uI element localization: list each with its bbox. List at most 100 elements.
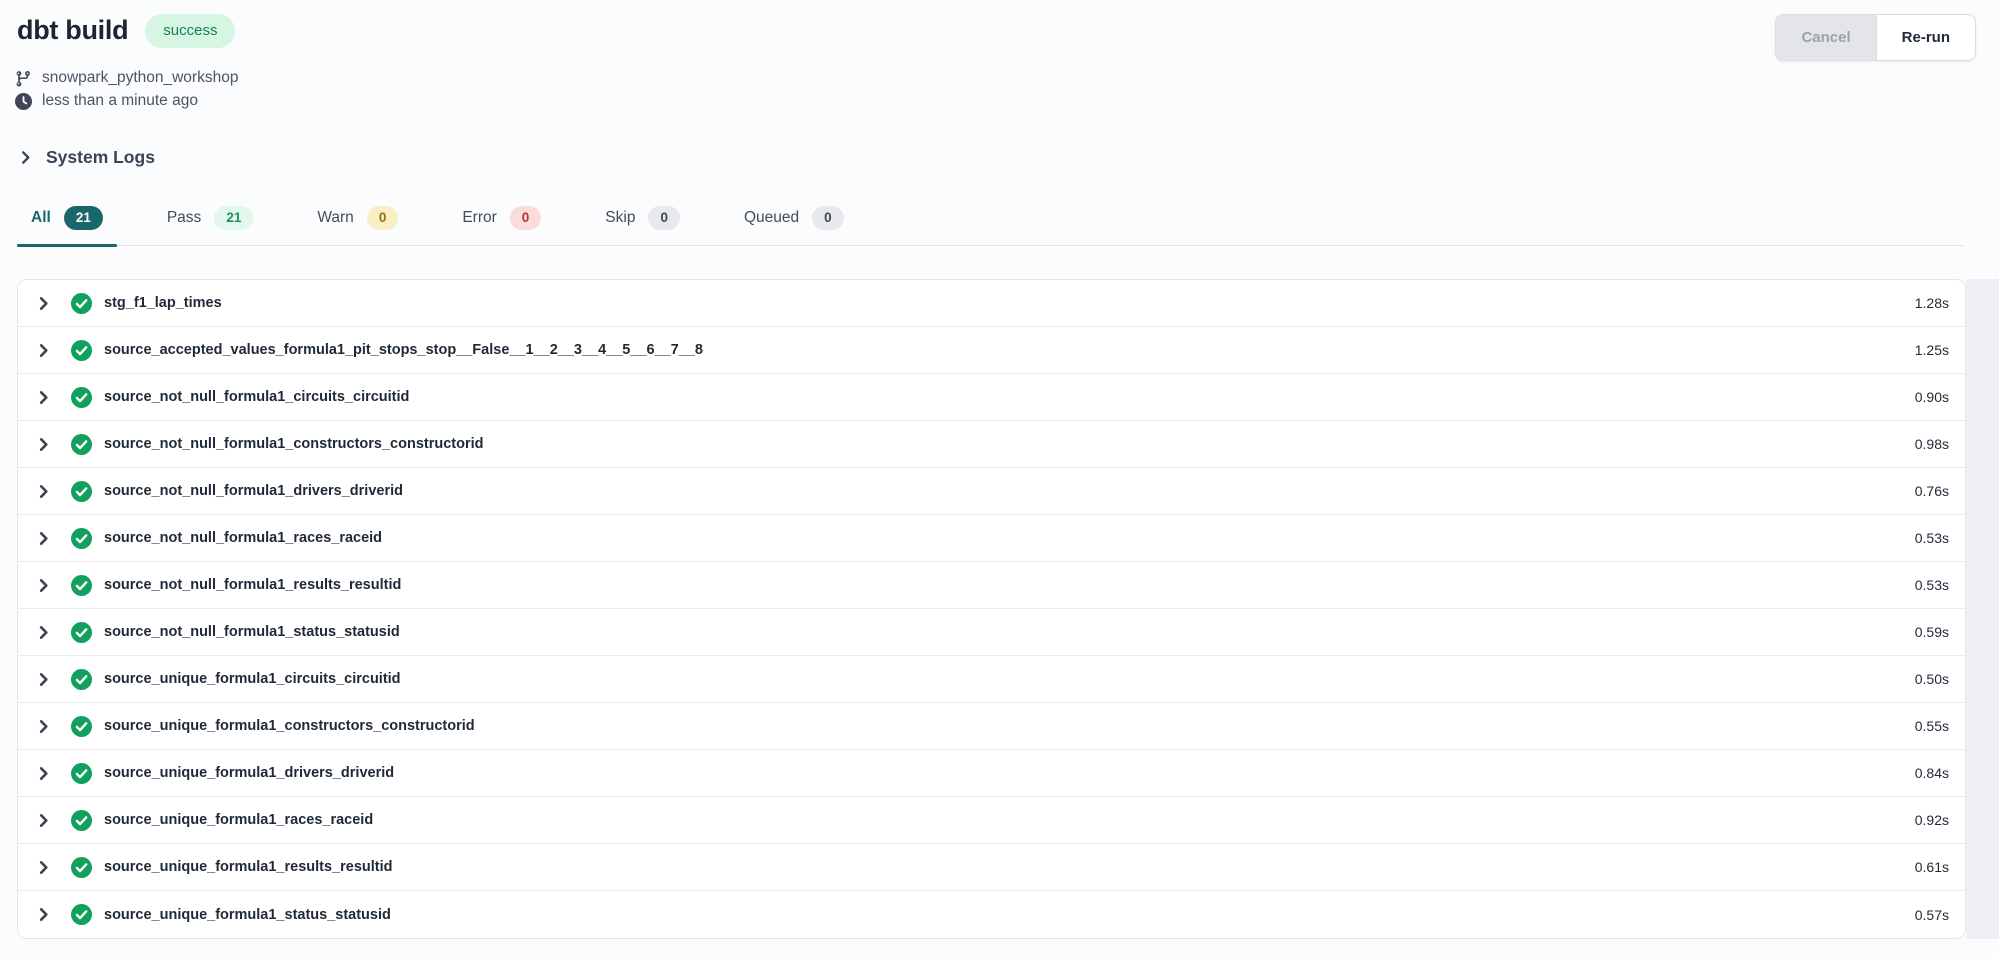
expand-chevron-icon[interactable] [36,296,51,311]
tab-skip[interactable]: Skip 0 [591,206,694,245]
expand-chevron-icon[interactable] [36,578,51,593]
chevron-right-icon [18,150,33,165]
result-duration: 1.25s [1915,342,1949,358]
expand-chevron-icon[interactable] [36,766,51,781]
run-meta: snowpark_python_workshop less than a min… [0,61,1999,110]
result-duration: 0.98s [1915,436,1949,452]
system-logs-toggle[interactable]: System Logs [18,147,155,168]
tab-count-badge: 21 [64,206,103,230]
result-row[interactable]: source_not_null_formula1_drivers_driveri… [18,468,1965,515]
result-row[interactable]: source_accepted_values_formula1_pit_stop… [18,327,1965,374]
success-check-icon [71,716,92,737]
git-branch-icon [15,70,32,87]
result-row[interactable]: source_unique_formula1_circuits_circuiti… [18,656,1965,703]
tab-count-badge: 0 [367,206,399,230]
success-check-icon [71,763,92,784]
tab-label: Warn [317,209,353,227]
time-ago: less than a minute ago [42,92,198,110]
rerun-button[interactable]: Re-run [1876,14,1976,61]
result-row[interactable]: source_not_null_formula1_status_statusid… [18,609,1965,656]
branch-name: snowpark_python_workshop [42,69,238,87]
expand-chevron-icon[interactable] [36,343,51,358]
result-row[interactable]: source_not_null_formula1_results_resulti… [18,562,1965,609]
status-badge: success [145,14,235,48]
result-row[interactable]: source_unique_formula1_races_raceid 0.92… [18,797,1965,844]
result-duration: 0.53s [1915,530,1949,546]
result-row[interactable]: stg_f1_lap_times 1.28s [18,280,1965,327]
result-duration: 0.90s [1915,389,1949,405]
tab-count-badge: 0 [812,206,844,230]
expand-chevron-icon[interactable] [36,719,51,734]
success-check-icon [71,293,92,314]
system-logs-label: System Logs [46,147,155,168]
tab-count-badge: 21 [214,206,253,230]
tab-label: Skip [605,209,635,227]
expand-chevron-icon[interactable] [36,813,51,828]
success-check-icon [71,575,92,596]
tab-count-badge: 0 [648,206,680,230]
tab-pass[interactable]: Pass 21 [153,206,268,245]
result-row[interactable]: source_unique_formula1_results_resultid … [18,844,1965,891]
result-name: source_unique_formula1_circuits_circuiti… [104,671,401,687]
success-check-icon [71,904,92,925]
result-name: source_accepted_values_formula1_pit_stop… [104,342,703,358]
result-name: source_not_null_formula1_circuits_circui… [104,389,409,405]
success-check-icon [71,857,92,878]
run-actions: Cancel Re-run [1775,14,1976,61]
success-check-icon [71,810,92,831]
result-duration: 1.28s [1915,295,1949,311]
right-gutter [1966,279,1999,939]
success-check-icon [71,622,92,643]
branch-row: snowpark_python_workshop [15,69,1999,87]
success-check-icon [71,340,92,361]
tab-error[interactable]: Error 0 [448,206,555,245]
result-name: source_unique_formula1_status_statusid [104,907,391,923]
expand-chevron-icon[interactable] [36,672,51,687]
result-row[interactable]: source_unique_formula1_drivers_driverid … [18,750,1965,797]
tab-queued[interactable]: Queued 0 [730,206,858,245]
expand-chevron-icon[interactable] [36,390,51,405]
result-duration: 0.59s [1915,624,1949,640]
result-duration: 0.55s [1915,718,1949,734]
result-row[interactable]: source_not_null_formula1_circuits_circui… [18,374,1965,421]
result-name: source_unique_formula1_drivers_driverid [104,765,394,781]
results-tabs: All 21 Pass 21 Warn 0 Error 0 Skip 0 Que… [17,206,1965,246]
clock-icon [15,93,32,110]
result-row[interactable]: source_not_null_formula1_races_raceid 0.… [18,515,1965,562]
tab-all[interactable]: All 21 [17,206,117,245]
result-name: source_unique_formula1_races_raceid [104,812,373,828]
tab-label: Pass [167,209,201,227]
tab-warn[interactable]: Warn 0 [303,206,412,245]
result-duration: 0.50s [1915,671,1949,687]
expand-chevron-icon[interactable] [36,860,51,875]
result-duration: 0.53s [1915,577,1949,593]
tab-count-badge: 0 [510,206,542,230]
result-row[interactable]: source_not_null_formula1_constructors_co… [18,421,1965,468]
success-check-icon [71,528,92,549]
expand-chevron-icon[interactable] [36,437,51,452]
cancel-button[interactable]: Cancel [1775,14,1875,61]
result-row[interactable]: source_unique_formula1_status_statusid 0… [18,891,1965,938]
result-name: source_not_null_formula1_status_statusid [104,624,400,640]
tab-label: Queued [744,209,799,227]
results-list: stg_f1_lap_times 1.28s source_accepted_v… [17,279,1966,939]
result-name: source_not_null_formula1_races_raceid [104,530,382,546]
time-row: less than a minute ago [15,92,1999,110]
result-duration: 0.92s [1915,812,1949,828]
expand-chevron-icon[interactable] [36,907,51,922]
result-name: source_unique_formula1_constructors_cons… [104,718,475,734]
result-row[interactable]: source_unique_formula1_constructors_cons… [18,703,1965,750]
result-duration: 0.84s [1915,765,1949,781]
tab-label: Error [462,209,496,227]
success-check-icon [71,481,92,502]
expand-chevron-icon[interactable] [36,484,51,499]
expand-chevron-icon[interactable] [36,625,51,640]
success-check-icon [71,387,92,408]
result-name: stg_f1_lap_times [104,295,222,311]
tab-label: All [31,209,51,227]
result-name: source_not_null_formula1_drivers_driveri… [104,483,403,499]
run-header: dbt build success Cancel Re-run [0,0,1999,61]
expand-chevron-icon[interactable] [36,531,51,546]
success-check-icon [71,434,92,455]
results-section: stg_f1_lap_times 1.28s source_accepted_v… [0,279,1999,939]
